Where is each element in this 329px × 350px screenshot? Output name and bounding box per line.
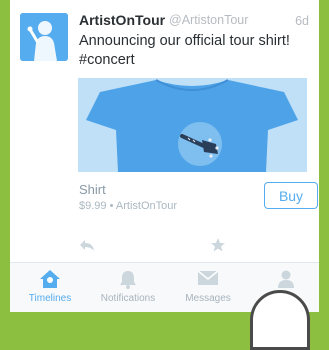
tab-timelines[interactable]: Timelines	[12, 263, 88, 312]
tab-messages[interactable]: Messages	[170, 263, 246, 312]
favorite-icon[interactable]	[210, 237, 226, 258]
reply-icon[interactable]	[79, 238, 95, 257]
product-name[interactable]: Shirt	[79, 182, 106, 197]
pointing-finger	[250, 290, 310, 350]
phone-screen: ArtistOnTour @ArtistonTour 6d Announcing…	[10, 0, 319, 312]
bell-icon	[118, 269, 138, 294]
avatar[interactable]	[20, 13, 68, 61]
product-image[interactable]	[78, 78, 307, 172]
tab-notifications[interactable]: Notifications	[90, 263, 166, 312]
shirt-image	[78, 78, 307, 172]
envelope-icon	[197, 269, 219, 292]
display-name[interactable]: ArtistOnTour	[79, 12, 165, 28]
tab-label: Messages	[185, 293, 231, 304]
tweet-text: Announcing our official tour shirt! #con…	[79, 32, 311, 70]
tweet-text-line: Announcing our official tour shirt!	[79, 33, 290, 49]
artist-silhouette-icon	[20, 13, 68, 61]
product-price-seller: $9.99 • ArtistOnTour	[79, 200, 178, 212]
timestamp: 6d	[295, 14, 309, 28]
tab-label: Timelines	[28, 293, 72, 304]
buy-button[interactable]: Buy	[264, 182, 318, 209]
tab-label: Notifications	[100, 293, 156, 304]
home-icon	[39, 269, 61, 294]
tweet-actions	[79, 238, 239, 254]
hashtag-link[interactable]: #concert	[79, 51, 311, 70]
tweet[interactable]: ArtistOnTour @ArtistonTour 6d Announcing…	[10, 0, 319, 262]
user-handle[interactable]: @ArtistonTour	[169, 13, 248, 27]
